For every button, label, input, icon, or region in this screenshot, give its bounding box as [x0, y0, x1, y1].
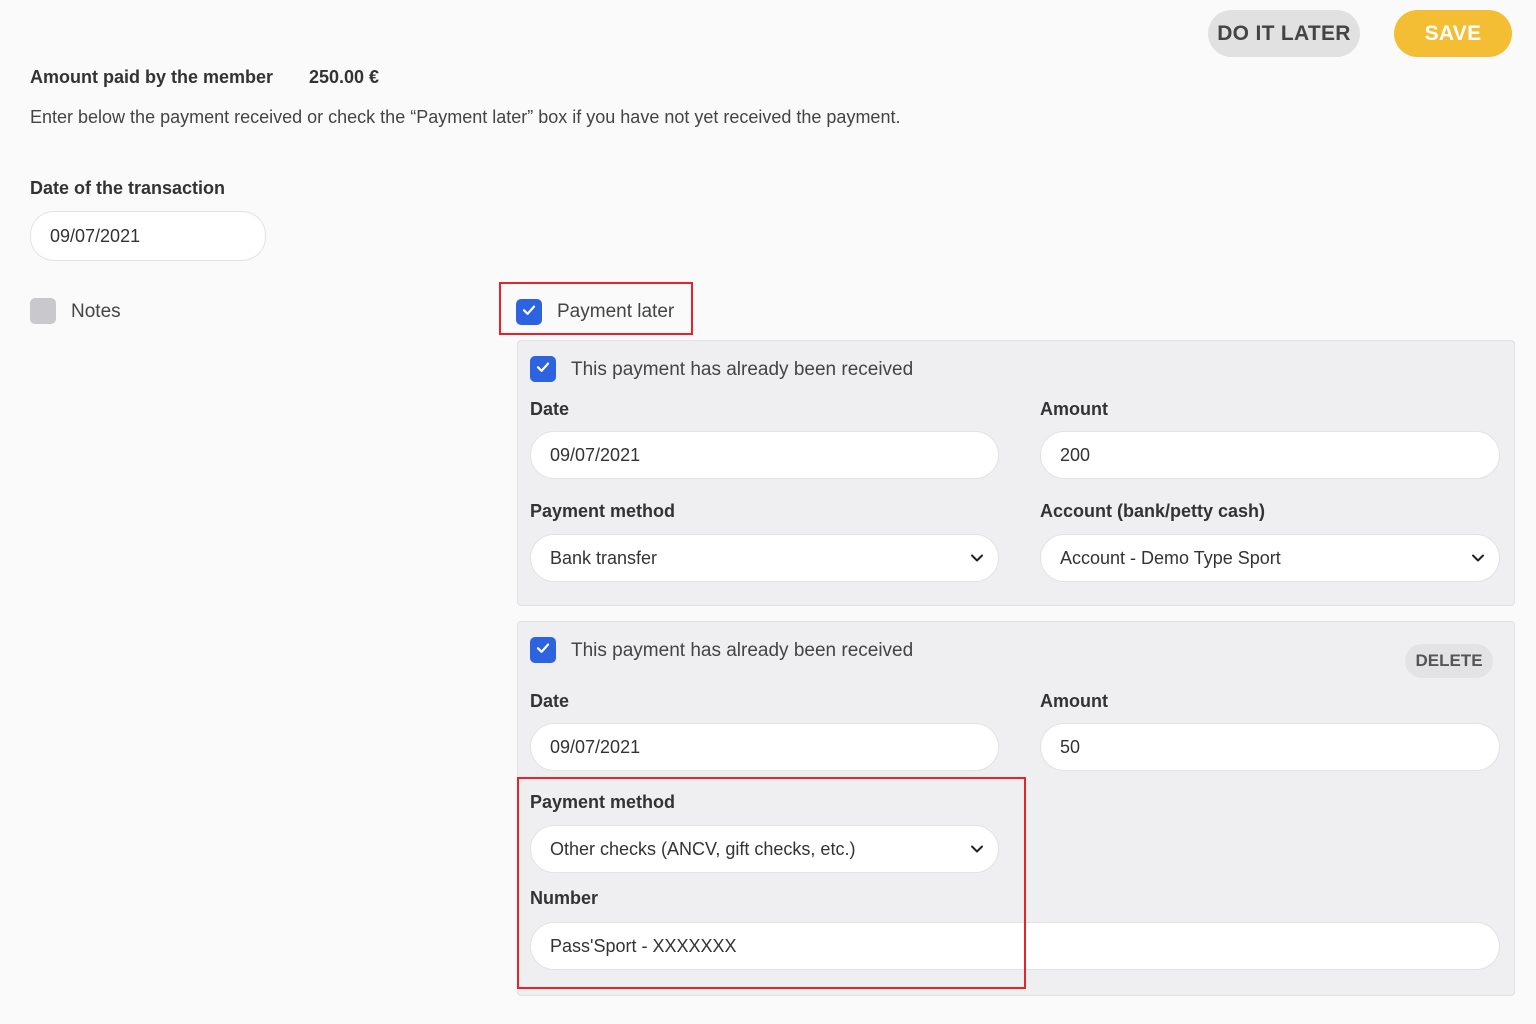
chevron-down-icon — [1471, 551, 1485, 565]
payment-1-method-value: Bank transfer — [550, 547, 658, 568]
payment-1-method-label: Payment method — [530, 501, 676, 521]
payment-1-date-value: 09/07/2021 — [550, 444, 641, 465]
payment-1-method-select[interactable]: Bank transfer — [530, 534, 999, 582]
payment-1-amount-value: 200 — [1060, 444, 1091, 465]
notes-label: Notes — [71, 301, 121, 322]
chevron-down-icon — [970, 551, 984, 565]
payment-2-amount-label: Amount — [1040, 691, 1108, 711]
payment-1-received-label: This payment has already been received — [571, 359, 914, 380]
payment-2-received-checkbox[interactable] — [530, 637, 556, 663]
payment-2-amount-input[interactable]: 50 — [1040, 723, 1500, 771]
payment-2-date-value: 09/07/2021 — [550, 736, 641, 757]
payment-1-account-label: Account (bank/petty cash) — [1040, 501, 1266, 521]
payment-1-amount-label: Amount — [1040, 399, 1108, 419]
payment-2-date-label: Date — [530, 691, 570, 711]
do-it-later-button[interactable]: DO IT LATER — [1208, 10, 1360, 57]
checkmark-icon — [521, 302, 537, 323]
instructions-text: Enter below the payment received or chec… — [30, 107, 901, 127]
payment-later-checkbox[interactable] — [516, 299, 542, 325]
payment-1-account-value: Account - Demo Type Sport — [1060, 547, 1281, 568]
checkmark-icon — [535, 359, 551, 380]
payment-2-date-input[interactable]: 09/07/2021 — [530, 723, 999, 771]
payment-1-date-input[interactable]: 09/07/2021 — [530, 431, 999, 479]
delete-payment-button[interactable]: DELETE — [1405, 644, 1493, 678]
payment-2-received-label: This payment has already been received — [571, 640, 914, 661]
payment-1-received-checkbox[interactable] — [530, 356, 556, 382]
amount-paid-label: Amount paid by the member — [30, 67, 274, 87]
save-button[interactable]: SAVE — [1394, 10, 1512, 57]
transaction-date-label: Date of the transaction — [30, 178, 226, 198]
payment-2-amount-value: 50 — [1060, 736, 1081, 757]
payment-later-label: Payment later — [557, 301, 675, 322]
payment-1-date-label: Date — [530, 399, 570, 419]
notes-checkbox[interactable] — [30, 298, 56, 324]
transaction-date-value: 09/07/2021 — [50, 225, 141, 246]
payment-1-amount-input[interactable]: 200 — [1040, 431, 1500, 479]
payment-1-account-select[interactable]: Account - Demo Type Sport — [1040, 534, 1500, 582]
transaction-date-input[interactable]: 09/07/2021 — [30, 211, 266, 261]
checkmark-icon — [535, 640, 551, 661]
payment-method-highlight — [517, 777, 1026, 989]
amount-paid-value: 250.00 € — [309, 67, 380, 87]
